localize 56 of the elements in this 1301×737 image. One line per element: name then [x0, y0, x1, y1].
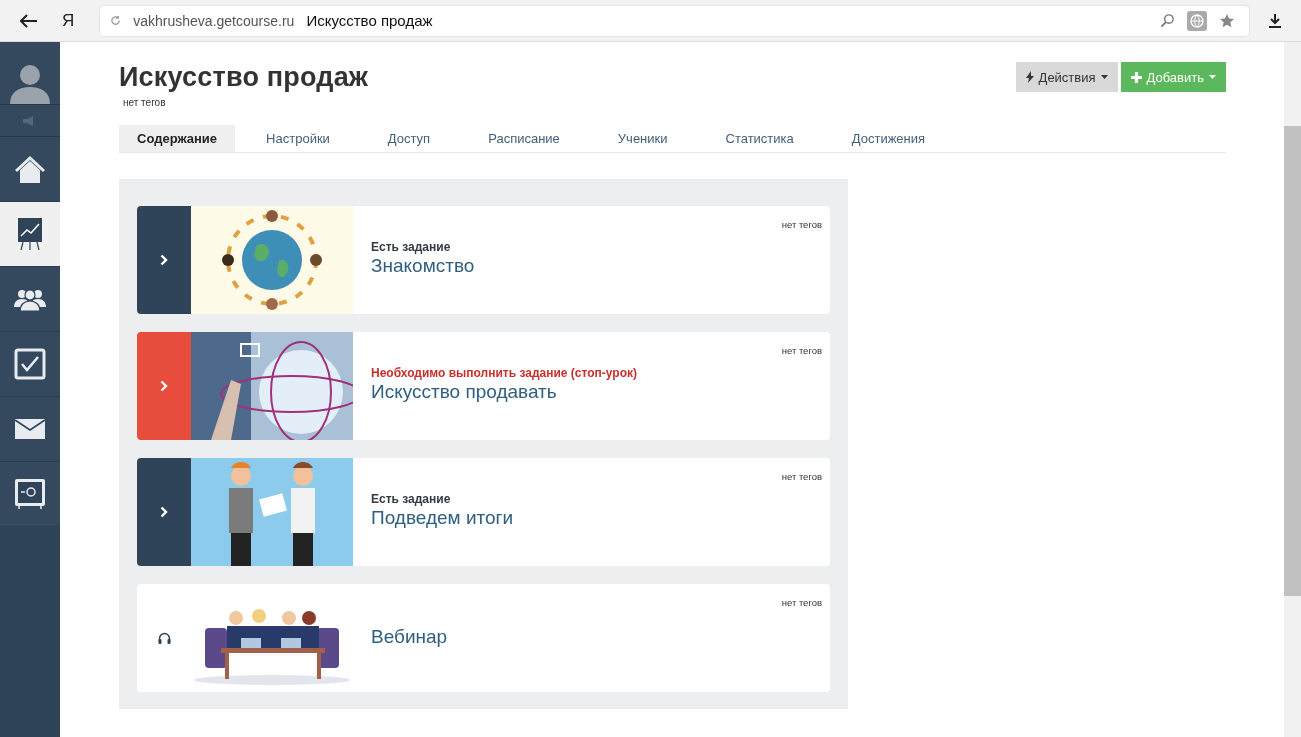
- sidebar-item[interactable]: [0, 267, 60, 332]
- people-icon: [14, 287, 46, 311]
- safe-icon: [14, 478, 46, 510]
- chart-icon: [17, 217, 43, 251]
- download-icon[interactable]: [1268, 12, 1282, 29]
- tab[interactable]: Расписание: [457, 125, 587, 152]
- star-icon[interactable]: [1219, 12, 1235, 29]
- caret-icon: [1209, 75, 1216, 79]
- search-icon[interactable]: [1160, 13, 1175, 28]
- tab[interactable]: Статистика: [694, 125, 821, 152]
- address-bar[interactable]: vakhrusheva.getcourse.ru Искусство продаж: [100, 5, 1249, 36]
- url-text: vakhrusheva.getcourse.ru: [133, 12, 295, 29]
- sidebar-item[interactable]: [0, 397, 60, 462]
- lesson-status: Необходимо выполнить задание (стоп-урок): [371, 365, 637, 380]
- checkbox-icon: [14, 348, 46, 380]
- tab[interactable]: Ученики: [586, 125, 695, 152]
- tab[interactable]: Содержание: [119, 125, 236, 152]
- back-icon[interactable]: [20, 13, 38, 28]
- chevron-right-icon: [160, 254, 168, 266]
- mail-icon: [15, 419, 45, 439]
- chevron-right-icon: [160, 380, 168, 392]
- lesson-card[interactable]: Вебинар нет тегов: [137, 584, 830, 692]
- headphones-icon: [157, 632, 171, 644]
- lesson-status: Есть задание: [371, 239, 452, 254]
- lesson-status: Есть задание: [371, 491, 452, 506]
- chevron-right-icon: [160, 506, 168, 518]
- sidebar-item[interactable]: [0, 462, 60, 527]
- lesson-title[interactable]: Подведем итоги: [371, 506, 514, 529]
- lesson-card[interactable]: Есть задание Подведем итоги нет тегов: [137, 458, 830, 566]
- home-icon: [14, 154, 46, 184]
- lesson-card[interactable]: Необходимо выполнить задание (стоп-урок) Искусство продавать нет тегов: [137, 332, 830, 440]
- tags-label: нет тегов: [781, 597, 822, 608]
- actions-button[interactable]: Действия: [1015, 62, 1118, 92]
- lesson-title[interactable]: Вебинар: [371, 625, 448, 648]
- tags-label: нет тегов: [123, 97, 167, 108]
- scrollbar[interactable]: [1284, 42, 1301, 737]
- sidebar-item[interactable]: [0, 202, 60, 267]
- lesson-card[interactable]: Есть задание Знакомство нет тегов: [137, 206, 830, 314]
- plus-icon: [1130, 71, 1142, 83]
- tab[interactable]: Настройки: [235, 125, 357, 152]
- tags-label: нет тегов: [781, 345, 822, 356]
- sidebar-item[interactable]: [0, 332, 60, 397]
- page-heading: Искусство продаж: [119, 62, 369, 93]
- sidebar-item[interactable]: [0, 137, 60, 202]
- tab[interactable]: Доступ: [356, 125, 458, 152]
- page-title: Искусство продаж: [306, 12, 433, 29]
- lesson-title[interactable]: Искусство продавать: [371, 380, 637, 403]
- tab[interactable]: Достижения: [820, 125, 953, 152]
- reload-icon[interactable]: [110, 15, 122, 26]
- tags-label: нет тегов: [781, 219, 822, 230]
- caret-icon: [1100, 75, 1108, 79]
- lightning-icon: [1025, 71, 1034, 83]
- lesson-title[interactable]: Знакомство: [371, 254, 475, 277]
- browser-logo[interactable]: Я: [62, 10, 75, 31]
- tags-label: нет тегов: [781, 471, 822, 482]
- avatar-icon[interactable]: [9, 62, 51, 104]
